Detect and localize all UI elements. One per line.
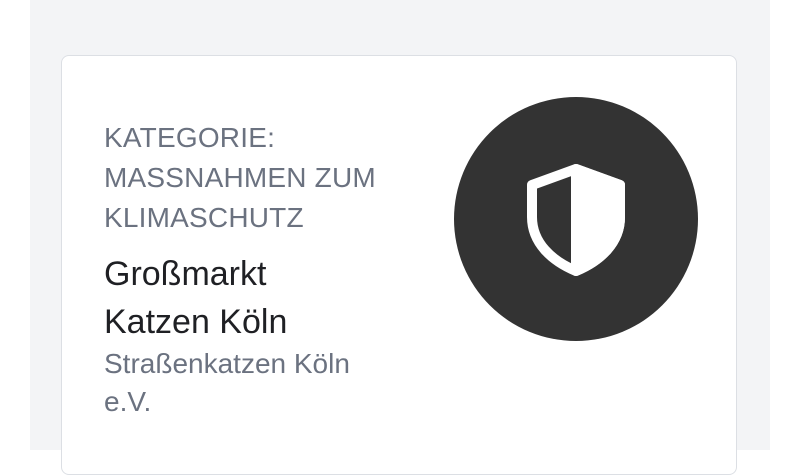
title-line: Katzen Köln	[104, 303, 288, 341]
category-line: MASSNAHMEN ZUM	[104, 162, 376, 193]
category-badge	[454, 97, 698, 341]
organization-line: Straßenkatzen Köln	[104, 348, 350, 379]
organization-line: e.V.	[104, 386, 152, 417]
project-title: Großmarkt Katzen Köln	[104, 250, 434, 346]
category-line: KLIMASCHUTZ	[104, 202, 304, 233]
project-card[interactable]: KATEGORIE: MASSNAHMEN ZUM KLIMASCHUTZ Gr…	[61, 55, 737, 475]
organization-name: Straßenkatzen Köln e.V.	[104, 345, 434, 421]
title-line: Großmarkt	[104, 255, 267, 293]
category-line: KATEGORIE:	[104, 122, 276, 153]
category-label: KATEGORIE: MASSNAHMEN ZUM KLIMASCHUTZ	[104, 118, 444, 238]
shield-icon	[527, 164, 625, 276]
